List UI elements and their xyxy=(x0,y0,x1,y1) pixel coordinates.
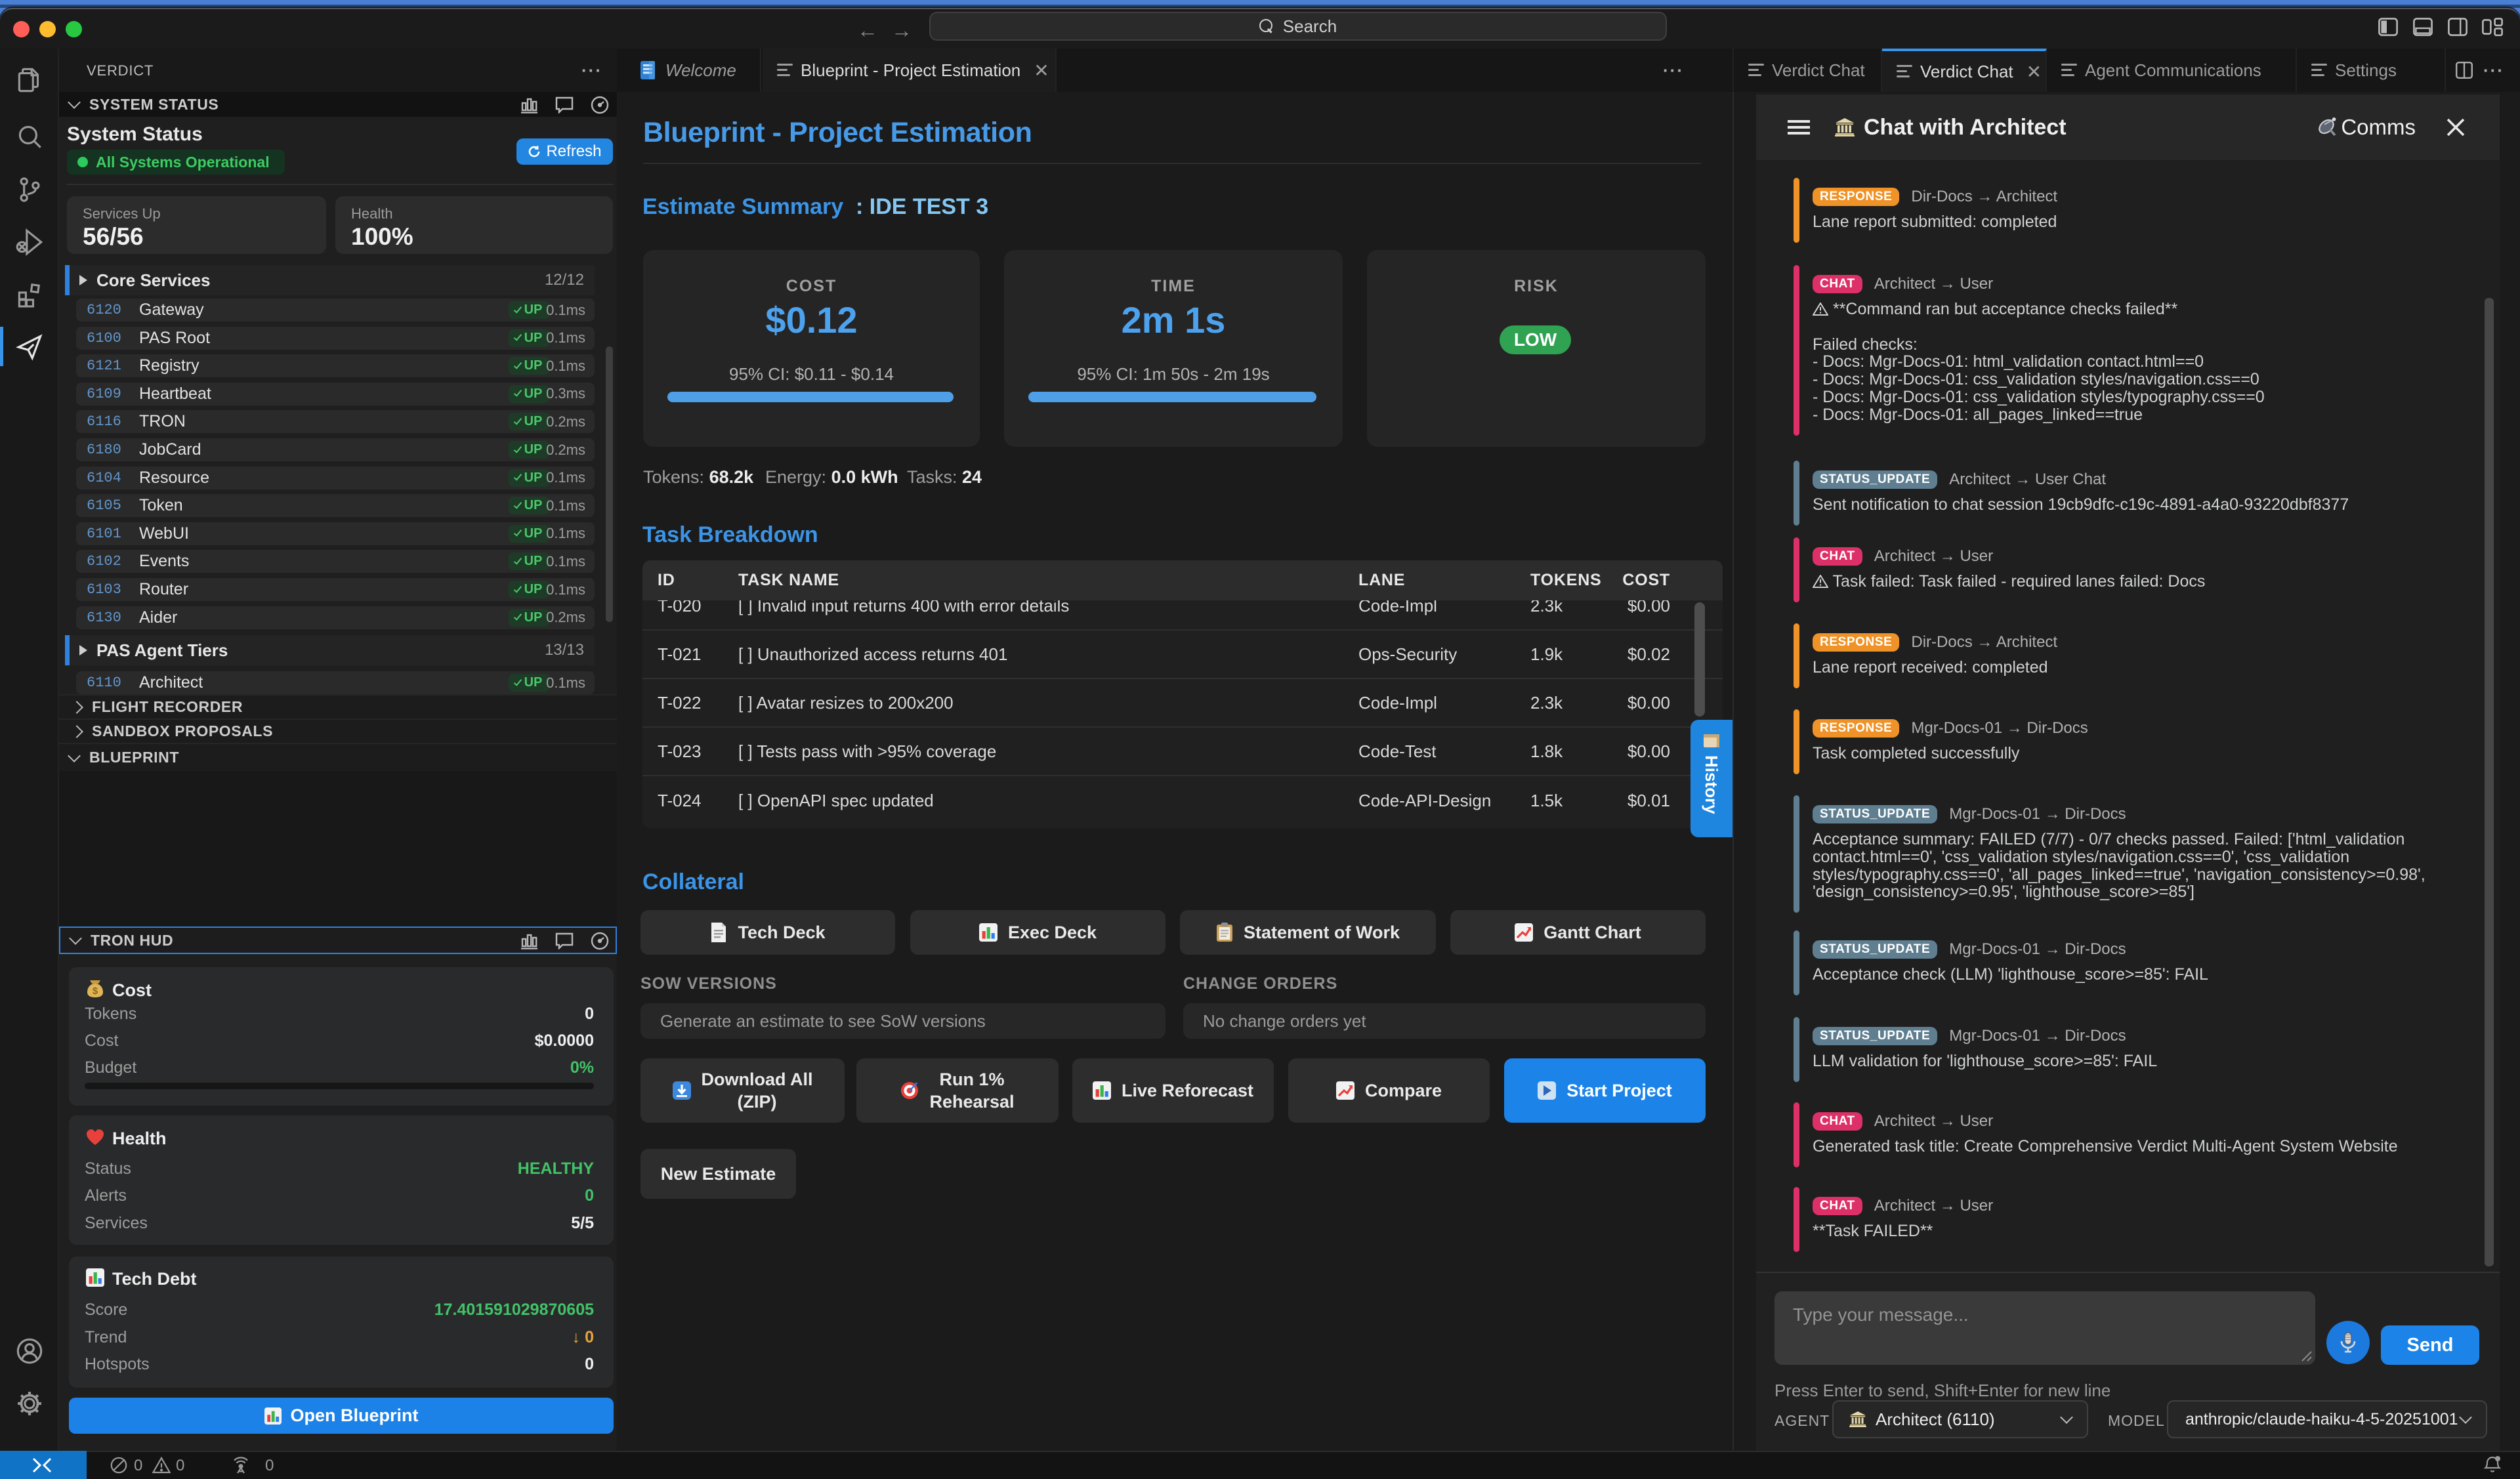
svg-text:$: $ xyxy=(93,986,98,997)
